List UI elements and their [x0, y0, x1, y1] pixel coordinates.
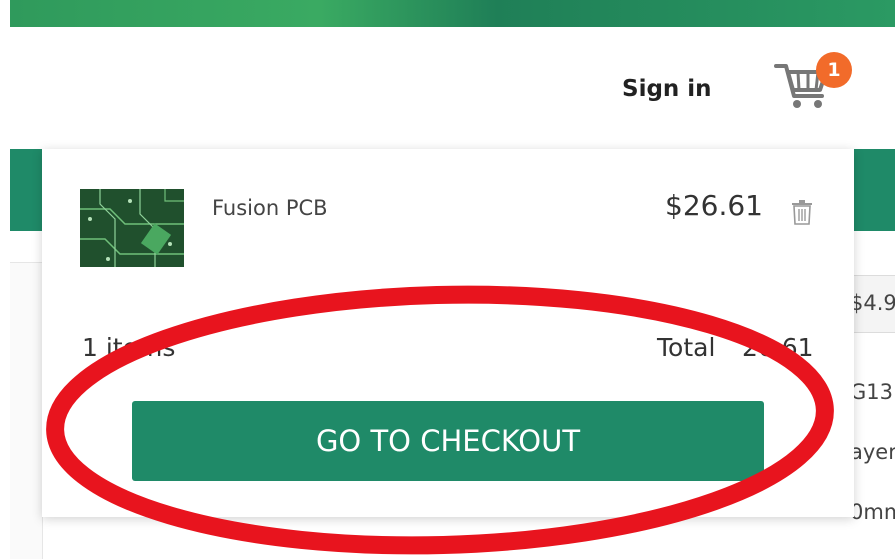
- cart-count-badge: 1: [816, 52, 852, 88]
- cart-total-value: 26.61: [742, 333, 814, 362]
- cart-item-name[interactable]: Fusion PCB: [212, 196, 328, 220]
- trash-icon: [792, 200, 812, 225]
- go-to-checkout-button[interactable]: GO TO CHECKOUT: [132, 401, 764, 481]
- background-price-fragment: $4.9: [850, 291, 895, 315]
- background-text-line-2: ayer: [850, 440, 895, 464]
- top-banner: [10, 0, 895, 27]
- site-header: [0, 27, 895, 149]
- cart-item-count: 1 items: [82, 333, 176, 362]
- background-text-line-3: 0mm: [850, 500, 895, 524]
- background-text-line-1: G13: [850, 380, 893, 404]
- product-thumbnail: [80, 189, 184, 267]
- cart-item-price: $26.61: [665, 189, 763, 222]
- remove-item-button[interactable]: [790, 199, 814, 225]
- cart-total-label: Total: [657, 333, 716, 362]
- cart-dropdown: Fusion PCB $26.61 1 items Total 26.61 GO…: [42, 149, 854, 517]
- background-left-panel: [10, 262, 43, 559]
- sign-in-link[interactable]: Sign in: [622, 76, 712, 102]
